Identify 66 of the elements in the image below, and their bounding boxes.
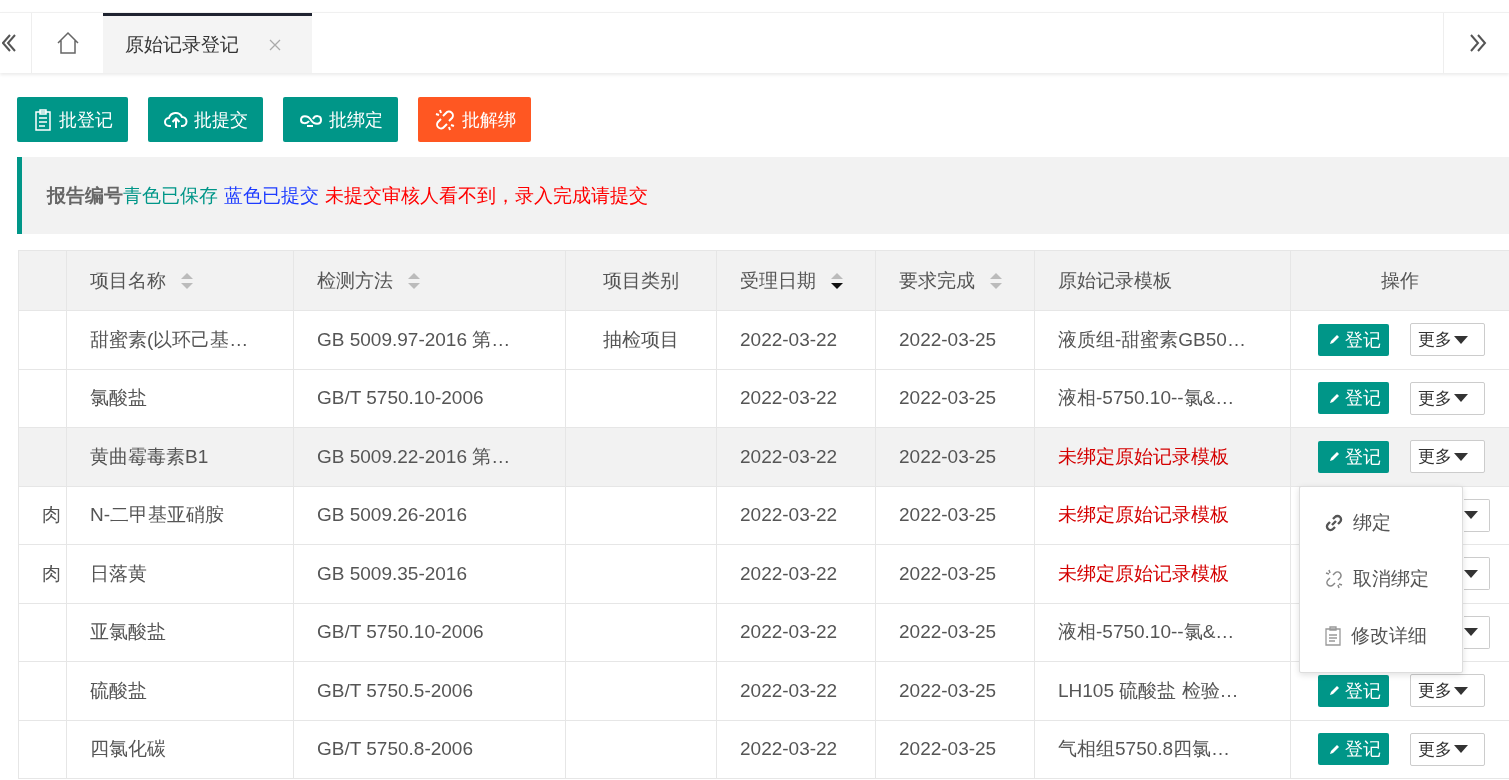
column-header: 项目类别 (565, 250, 717, 311)
table-cell: GB 5009.35-2016 (317, 562, 467, 584)
table-cell: GB/T 5750.8-2006 (317, 738, 473, 760)
batch-button[interactable]: 批提交 (148, 97, 263, 142)
table-cell: 液相-5750.10--氯&… (1058, 621, 1235, 643)
batch-button[interactable]: 批绑定 (283, 97, 398, 142)
tab[interactable]: 原始记录登记 (103, 13, 312, 73)
table-cell: 2022-03-22 (740, 562, 838, 584)
register-button[interactable]: 登记 (1318, 440, 1389, 473)
table-cell: 2022-03-25 (899, 504, 997, 526)
table-cell: 2022-03-22 (740, 738, 838, 760)
table-cell: LH105 硫酸盐 检验… (1058, 679, 1239, 701)
menu-item[interactable]: 绑定 (1300, 499, 1462, 548)
register-button[interactable]: 登记 (1318, 382, 1389, 415)
table-cell: 液质组-甜蜜素GB50… (1058, 328, 1246, 350)
table-cell: 日落黄 (90, 562, 147, 584)
column-header[interactable]: 项目名称 (66, 250, 294, 311)
table-cell: 抽检项目 (603, 328, 679, 350)
table-cell: 2022-03-25 (899, 328, 997, 350)
table-cell: GB/T 5750.10-2006 (317, 387, 484, 409)
column-header[interactable]: 检测方法 (293, 250, 566, 311)
table-cell: GB 5009.97-2016 第… (317, 328, 511, 350)
table-cell: 2022-03-25 (899, 562, 997, 584)
table-cell: 亚氯酸盐 (90, 621, 166, 643)
table-cell: 硫酸盐 (90, 679, 147, 701)
table-cell: 2022-03-22 (740, 621, 838, 643)
table-cell: GB/T 5750.5-2006 (317, 679, 473, 701)
table-cell: 氯酸盐 (90, 387, 147, 409)
table-cell: 2022-03-22 (740, 387, 838, 409)
table-cell: 甜蜜素(以环己基… (90, 328, 249, 350)
register-button[interactable]: 登记 (1318, 674, 1389, 707)
table-cell: 气相组5750.8四氯… (1058, 738, 1231, 760)
table-cell: GB 5009.26-2016 (317, 504, 467, 526)
column-header: 原始记录模板 (1034, 250, 1291, 311)
table-cell: GB 5009.22-2016 第… (317, 445, 511, 467)
table-cell: N-二甲基亚硝胺 (90, 504, 225, 526)
table-cell: GB/T 5750.10-2006 (317, 621, 484, 643)
table-cell: 肉 (42, 562, 61, 584)
table-cell: 2022-03-25 (899, 738, 997, 760)
column-header: 操作 (1290, 250, 1509, 311)
table-cell: 2022-03-25 (899, 445, 997, 467)
register-button[interactable]: 登记 (1318, 323, 1389, 356)
more-button[interactable]: 更多 (1410, 440, 1485, 474)
table-cell: 黄曲霉毒素B1 (90, 445, 209, 467)
table-cell: 2022-03-22 (740, 679, 838, 701)
more-button[interactable]: 更多 (1410, 323, 1485, 357)
more-button[interactable]: 更多 (1410, 381, 1485, 415)
table-cell: 未绑定原始记录模板 (1058, 445, 1229, 467)
batch-button[interactable]: 批登记 (17, 97, 128, 142)
more-button[interactable]: 更多 (1410, 732, 1485, 766)
table-cell: 未绑定原始记录模板 (1058, 562, 1229, 584)
table-cell: 2022-03-25 (899, 679, 997, 701)
table-cell: 2022-03-22 (740, 504, 838, 526)
table-cell: 四氯化碳 (90, 738, 166, 760)
more-button[interactable]: 更多 (1410, 674, 1485, 708)
table-cell: 2022-03-22 (740, 328, 838, 350)
table-cell: 未绑定原始记录模板 (1058, 504, 1229, 526)
table-cell: 2022-03-25 (899, 621, 997, 643)
notice-text: 报告编号青色已保存 蓝色已提交 未提交审核人看不到，录入完成请提交 (47, 183, 648, 208)
table-cell: 肉 (42, 504, 61, 526)
table-cell: 2022-03-22 (740, 445, 838, 467)
table-cell: 液相-5750.10--氯&… (1058, 387, 1235, 409)
table-cell: 2022-03-25 (899, 387, 997, 409)
column-header[interactable]: 要求完成 (875, 250, 1035, 311)
column-header[interactable]: 受理日期 (716, 250, 876, 311)
register-button[interactable]: 登记 (1318, 733, 1389, 766)
